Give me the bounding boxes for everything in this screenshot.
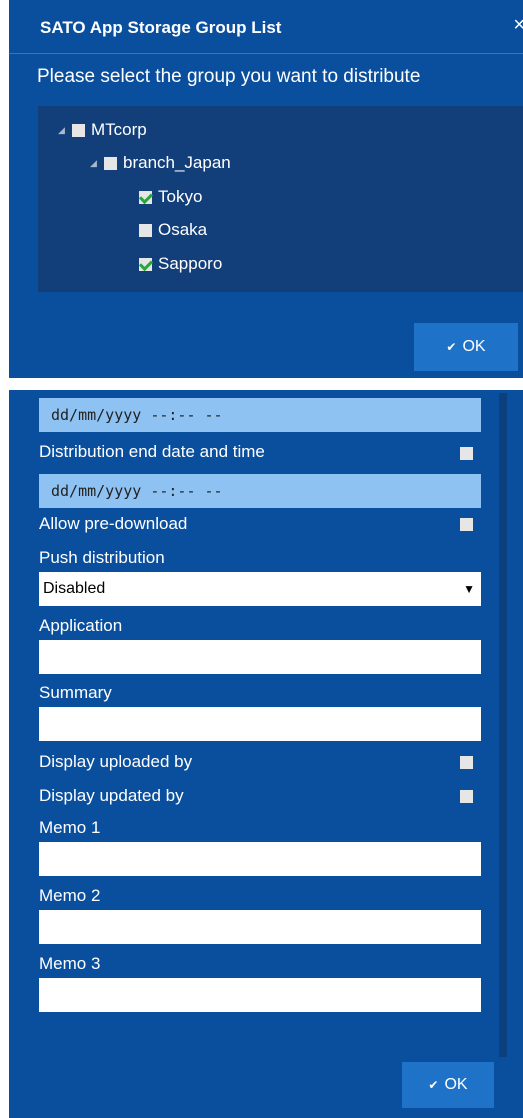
- form-ok-button[interactable]: ✔ OK: [402, 1062, 494, 1108]
- scrollbar[interactable]: [499, 393, 507, 1057]
- memo3-input[interactable]: [39, 978, 481, 1012]
- push-distribution-label: Push distribution: [39, 548, 165, 567]
- tree-checkbox[interactable]: [104, 156, 117, 170]
- expand-arrow-icon[interactable]: ◢: [90, 158, 104, 169]
- checkmark-icon: ✔: [428, 1078, 439, 1092]
- uploaded-by-checkbox[interactable]: [460, 756, 473, 769]
- group-list-dialog: SATO App Storage Group List × Please sel…: [9, 0, 523, 378]
- updated-by-checkbox[interactable]: [460, 790, 473, 803]
- dropdown-arrow-icon: ▼: [463, 582, 475, 596]
- tree-node-tokyo[interactable]: Tokyo: [139, 187, 202, 207]
- tree-node-osaka[interactable]: Osaka: [139, 220, 207, 240]
- end-date-label: Distribution end date and time: [39, 442, 265, 461]
- memo2-label: Memo 2: [39, 886, 101, 905]
- dialog-title: SATO App Storage Group List: [40, 18, 282, 37]
- end-date-input[interactable]: dd/mm/yyyy --:-- --: [39, 474, 481, 508]
- tree-checkbox-checked[interactable]: [139, 257, 152, 271]
- pre-download-checkbox[interactable]: [460, 518, 473, 531]
- start-date-input[interactable]: dd/mm/yyyy --:-- --: [39, 398, 481, 432]
- tree-checkbox[interactable]: [139, 223, 152, 237]
- checkmark-icon: ✔: [446, 340, 457, 354]
- summary-label: Summary: [39, 683, 112, 702]
- updated-by-label: Display updated by: [39, 786, 184, 805]
- select-value: Disabled: [43, 580, 106, 597]
- tree-node-label: branch_Japan: [123, 153, 231, 172]
- ok-label: OK: [462, 338, 486, 355]
- application-input[interactable]: [39, 640, 481, 674]
- tree-node-sapporo[interactable]: Sapporo: [139, 254, 222, 274]
- tree-node-mtcorp[interactable]: ◢ MTcorp: [58, 120, 147, 140]
- tree-node-label: Tokyo: [158, 187, 203, 206]
- memo1-label: Memo 1: [39, 818, 101, 837]
- group-tree: ◢ MTcorp ◢ branch_Japan Tokyo Osaka Sapp…: [38, 106, 523, 292]
- tree-node-label: Sapporo: [158, 254, 223, 273]
- tree-node-branch-japan[interactable]: ◢ branch_Japan: [90, 153, 231, 173]
- ok-label: OK: [444, 1076, 468, 1093]
- uploaded-by-label: Display uploaded by: [39, 752, 193, 771]
- summary-input[interactable]: [39, 707, 481, 741]
- memo2-input[interactable]: [39, 910, 481, 944]
- application-label: Application: [39, 616, 123, 635]
- tree-checkbox-checked[interactable]: [139, 190, 152, 204]
- close-icon[interactable]: ×: [513, 14, 523, 37]
- expand-arrow-icon[interactable]: ◢: [58, 125, 72, 136]
- memo3-label: Memo 3: [39, 954, 101, 973]
- divider: [9, 53, 523, 54]
- pre-download-label: Allow pre-download: [39, 514, 188, 533]
- tree-node-label: MTcorp: [91, 120, 147, 139]
- end-date-checkbox[interactable]: [460, 447, 473, 460]
- push-distribution-select[interactable]: Disabled ▼: [39, 572, 481, 606]
- dialog-prompt: Please select the group you want to dist…: [37, 66, 421, 87]
- tree-checkbox[interactable]: [72, 123, 85, 137]
- memo1-input[interactable]: [39, 842, 481, 876]
- tree-node-label: Osaka: [158, 220, 208, 239]
- distribution-form-panel: dd/mm/yyyy --:-- -- Distribution end dat…: [9, 390, 523, 1118]
- dialog-ok-button[interactable]: ✔ OK: [414, 323, 518, 371]
